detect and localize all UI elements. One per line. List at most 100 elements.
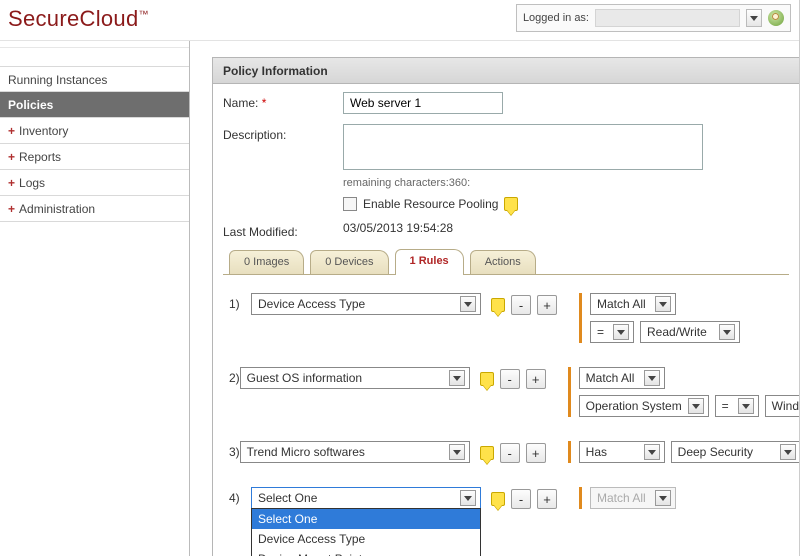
remaining-characters: remaining characters:360: — [343, 177, 703, 189]
description-textarea[interactable] — [343, 124, 703, 170]
select-value: Select One — [258, 491, 317, 505]
sidebar: Running Instances Policies Inventory Rep… — [0, 41, 190, 556]
chevron-down-icon — [613, 324, 629, 340]
select-value: Guest OS information — [247, 371, 362, 385]
main: Policy Information Name: * Description: … — [190, 41, 799, 556]
hint-icon[interactable] — [491, 298, 505, 312]
rule-type-select[interactable]: Select One — [251, 487, 481, 509]
operator-select[interactable]: = — [590, 321, 634, 343]
hint-icon[interactable] — [504, 197, 518, 211]
select-value: Match All — [586, 371, 635, 385]
tab-devices[interactable]: 0 Devices — [310, 250, 388, 274]
chevron-down-icon — [644, 370, 660, 386]
brand-tm: ™ — [139, 10, 149, 21]
rule-row: 3) Trend Micro softwares - + — [229, 441, 779, 463]
login-label: Logged in as: — [523, 12, 589, 24]
add-rule-button[interactable]: + — [526, 369, 546, 389]
add-rule-button[interactable]: + — [537, 295, 557, 315]
sidebar-item-label: Inventory — [19, 124, 68, 138]
user-avatar-icon[interactable] — [768, 10, 784, 26]
chevron-down-icon — [655, 296, 671, 312]
select-value: Has — [586, 445, 607, 459]
last-modified-label: Last Modified: — [223, 221, 343, 239]
brand: SecureCloud™ — [8, 6, 149, 32]
select-value: Deep Security — [678, 445, 753, 459]
rule-row: 4) Select One Select One Device Access T… — [229, 487, 779, 509]
chevron-down-icon — [750, 16, 758, 21]
sidebar-item-policies[interactable]: Policies — [0, 92, 189, 118]
chevron-down-icon — [460, 296, 476, 312]
dropdown-option[interactable]: Select One — [252, 509, 480, 529]
add-rule-button[interactable]: + — [537, 489, 557, 509]
select-value: Match All — [597, 297, 646, 311]
rule-row: 1) Device Access Type - + — [229, 293, 779, 343]
name-input[interactable] — [343, 92, 503, 114]
tab-label: 1 Rules — [410, 255, 449, 267]
sidebar-item-label: Reports — [19, 150, 61, 164]
hint-icon[interactable] — [491, 492, 505, 506]
match-mode-select[interactable]: Has — [579, 441, 665, 463]
login-box: Logged in as: — [516, 4, 791, 32]
chevron-down-icon — [688, 398, 704, 414]
tab-label: 0 Images — [244, 256, 289, 268]
rule-type-select[interactable]: Device Access Type — [251, 293, 481, 315]
select-value: Match All — [597, 491, 646, 505]
rule-number: 1) — [229, 293, 251, 311]
rule-number: 2) — [229, 367, 240, 385]
policy-form: Name: * Description: remaining character… — [213, 84, 799, 517]
sidebar-item-label: Running Instances — [8, 73, 107, 87]
chevron-down-icon — [719, 324, 735, 340]
value-select[interactable]: Read/Write — [640, 321, 740, 343]
rule-conditions: Match All — [579, 487, 676, 509]
chevron-down-icon — [780, 444, 796, 460]
dropdown-option[interactable]: Device Access Type — [252, 529, 480, 549]
value-select[interactable]: Deep Security — [671, 441, 800, 463]
add-rule-button[interactable]: + — [526, 443, 546, 463]
tab-images[interactable]: 0 Images — [229, 250, 304, 274]
rule-type-select[interactable]: Guest OS information — [240, 367, 470, 389]
tab-rules[interactable]: 1 Rules — [395, 249, 464, 275]
chevron-down-icon — [449, 444, 465, 460]
select-value: Trend Micro softwares — [247, 445, 365, 459]
sidebar-item-label: Logs — [19, 176, 45, 190]
match-mode-select[interactable]: Match All — [590, 293, 676, 315]
rule-row: 2) Guest OS information - + — [229, 367, 779, 417]
sidebar-item-logs[interactable]: Logs — [0, 170, 189, 196]
remove-rule-button[interactable]: - — [511, 295, 531, 315]
value-select[interactable]: Windows — [765, 395, 800, 417]
section-title: Policy Information — [213, 58, 799, 84]
tab-actions[interactable]: Actions — [470, 250, 536, 274]
rules-list: 1) Device Access Type - + — [223, 275, 789, 509]
rule-type-select[interactable]: Trend Micro softwares — [240, 441, 470, 463]
remove-rule-button[interactable]: - — [511, 489, 531, 509]
rule-type-dropdown: Select One Device Access Type Device Mou… — [251, 508, 481, 556]
match-mode-select[interactable]: Match All — [579, 367, 665, 389]
tab-label: 0 Devices — [325, 256, 373, 268]
sidebar-item-administration[interactable]: Administration — [0, 196, 189, 222]
operator-select[interactable]: = — [715, 395, 759, 417]
header: SecureCloud™ Logged in as: — [0, 0, 799, 40]
rule-number: 3) — [229, 441, 240, 459]
sidebar-item-label: Administration — [19, 202, 95, 216]
login-dropdown-button[interactable] — [746, 9, 762, 27]
sidebar-item-inventory[interactable]: Inventory — [0, 118, 189, 144]
dropdown-option[interactable]: Device Mount Point — [252, 549, 480, 556]
select-value: = — [722, 399, 729, 413]
policy-tabs: 0 Images 0 Devices 1 Rules Actions — [223, 249, 789, 275]
brand-name: SecureCloud — [8, 6, 139, 31]
login-user-field — [595, 9, 740, 27]
hint-icon[interactable] — [480, 372, 494, 386]
sidebar-item-running-instances[interactable]: Running Instances — [0, 66, 189, 92]
chevron-down-icon — [449, 370, 465, 386]
hint-icon[interactable] — [480, 446, 494, 460]
sidebar-item-reports[interactable]: Reports — [0, 144, 189, 170]
rule-conditions: Match All Operation System = Windows — [568, 367, 800, 417]
remove-rule-button[interactable]: - — [500, 369, 520, 389]
select-value: = — [597, 325, 604, 339]
enable-resource-pooling-checkbox[interactable] — [343, 197, 357, 211]
remove-rule-button[interactable]: - — [500, 443, 520, 463]
sidebar-item-label: Policies — [8, 98, 53, 112]
chevron-down-icon — [460, 490, 476, 506]
field-select[interactable]: Operation System — [579, 395, 709, 417]
select-value: Device Access Type — [258, 297, 365, 311]
